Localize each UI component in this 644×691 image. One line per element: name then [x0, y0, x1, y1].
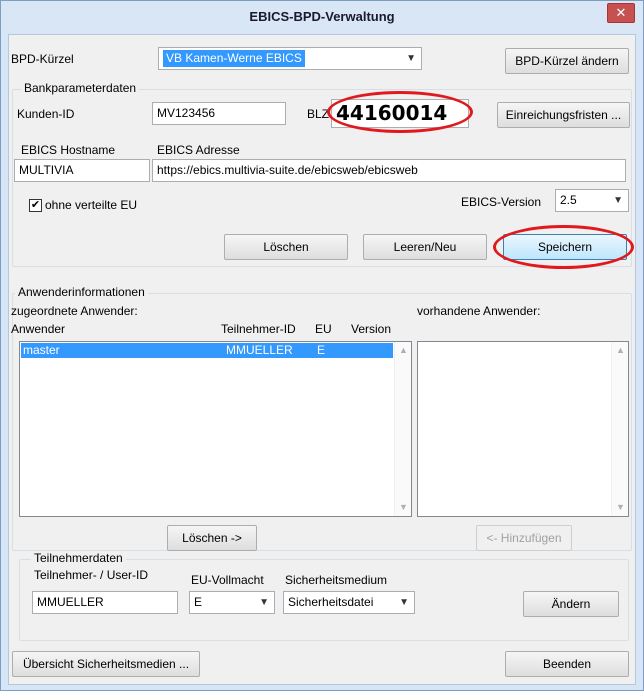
blz-highlight-oval	[327, 91, 473, 133]
bpd-select[interactable]: VB Kamen-Werne EBICS ▼	[158, 47, 422, 70]
exit-button[interactable]: Beenden	[505, 651, 629, 677]
version-select[interactable]: 2.5 ▼	[555, 189, 629, 212]
dialog-body: BPD-Kürzel VB Kamen-Werne EBICS ▼ BPD-Kü…	[8, 34, 636, 685]
close-button[interactable]: ✕	[607, 3, 635, 23]
chevron-down-icon: ▼	[613, 195, 623, 206]
bpd-change-button[interactable]: BPD-Kürzel ändern	[505, 48, 629, 74]
participant-group-title: Teilnehmerdaten	[31, 551, 126, 565]
participant-change-button[interactable]: Ändern	[523, 591, 619, 617]
adresse-label: EBICS Adresse	[157, 143, 240, 157]
bpd-select-value: VB Kamen-Werne EBICS	[163, 50, 305, 67]
fristen-button[interactable]: Einreichungsfristen ...	[497, 102, 630, 128]
scroll-down-icon[interactable]: ▼	[395, 499, 412, 516]
add-user-button[interactable]: <- Hinzufügen	[476, 525, 572, 551]
col-anwender: Anwender	[11, 322, 66, 336]
chevron-down-icon: ▼	[259, 597, 269, 608]
col-teilnehmer-id: Teilnehmer-ID	[221, 322, 296, 336]
eu-checkbox-label: ohne verteilte EU	[45, 198, 138, 212]
row-eu: E	[317, 343, 326, 357]
version-label: EBICS-Version	[461, 195, 542, 209]
col-eu: EU	[315, 322, 332, 336]
scroll-up-icon[interactable]: ▲	[395, 342, 412, 359]
participant-id-label: Teilnehmer- / User-ID	[34, 568, 149, 582]
medium-select[interactable]: Sicherheitsdatei ▼	[283, 591, 415, 614]
kunden-id-field[interactable]: MV123456	[152, 102, 286, 125]
host-field[interactable]: MULTIVIA	[14, 159, 150, 182]
available-users-list[interactable]: ▲ ▼	[417, 341, 629, 517]
medium-label: Sicherheitsmedium	[285, 573, 388, 587]
kunden-id-label: Kunden-ID	[17, 107, 75, 121]
close-icon: ✕	[615, 5, 627, 20]
row-teilnehmer: MMUELLER	[226, 343, 293, 357]
title-bar: EBICS-BPD-Verwaltung	[1, 1, 643, 33]
chevron-down-icon: ▼	[399, 597, 409, 608]
security-media-overview-button[interactable]: Übersicht Sicherheitsmedien ...	[12, 651, 200, 677]
bank-delete-button[interactable]: Löschen	[224, 234, 348, 260]
eu-vollmacht-value: E	[194, 595, 203, 609]
chevron-down-icon: ▼	[406, 53, 416, 64]
version-select-value: 2.5	[560, 193, 577, 207]
bank-clear-button[interactable]: Leeren/Neu	[363, 234, 487, 260]
host-label: EBICS Hostname	[21, 143, 116, 157]
remove-user-button[interactable]: Löschen ->	[167, 525, 257, 551]
scrollbar[interactable]: ▲ ▼	[394, 342, 411, 516]
medium-value: Sicherheitsdatei	[288, 595, 374, 609]
available-label: vorhandene Anwender:	[417, 304, 541, 318]
assigned-label: zugeordnete Anwender:	[11, 304, 138, 318]
adresse-field[interactable]: https://ebics.multivia-suite.de/ebicsweb…	[152, 159, 626, 182]
eu-vollmacht-label: EU-Vollmacht	[191, 573, 264, 587]
row-anwender: master	[23, 343, 60, 357]
eu-checkbox[interactable]: ✔	[29, 199, 42, 212]
scrollbar[interactable]: ▲ ▼	[611, 342, 628, 516]
scroll-up-icon[interactable]: ▲	[612, 342, 629, 359]
col-version: Version	[351, 322, 392, 336]
eu-vollmacht-select[interactable]: E ▼	[189, 591, 275, 614]
window-title: EBICS-BPD-Verwaltung	[249, 9, 395, 24]
bank-group-title: Bankparameterdaten	[21, 81, 140, 95]
scroll-down-icon[interactable]: ▼	[612, 499, 629, 516]
save-highlight-oval	[493, 225, 634, 269]
list-item[interactable]: master MMUELLER E	[21, 343, 393, 358]
users-group-title: Anwenderinformationen	[15, 285, 148, 299]
participant-id-field[interactable]: MMUELLER	[32, 591, 178, 614]
assigned-users-list[interactable]: master MMUELLER E ▲ ▼	[19, 341, 412, 517]
bpd-label: BPD-Kürzel	[11, 52, 74, 66]
bpd-window: EBICS-BPD-Verwaltung ✕ BPD-Kürzel VB Kam…	[0, 0, 644, 691]
blz-label: BLZ	[307, 107, 330, 121]
